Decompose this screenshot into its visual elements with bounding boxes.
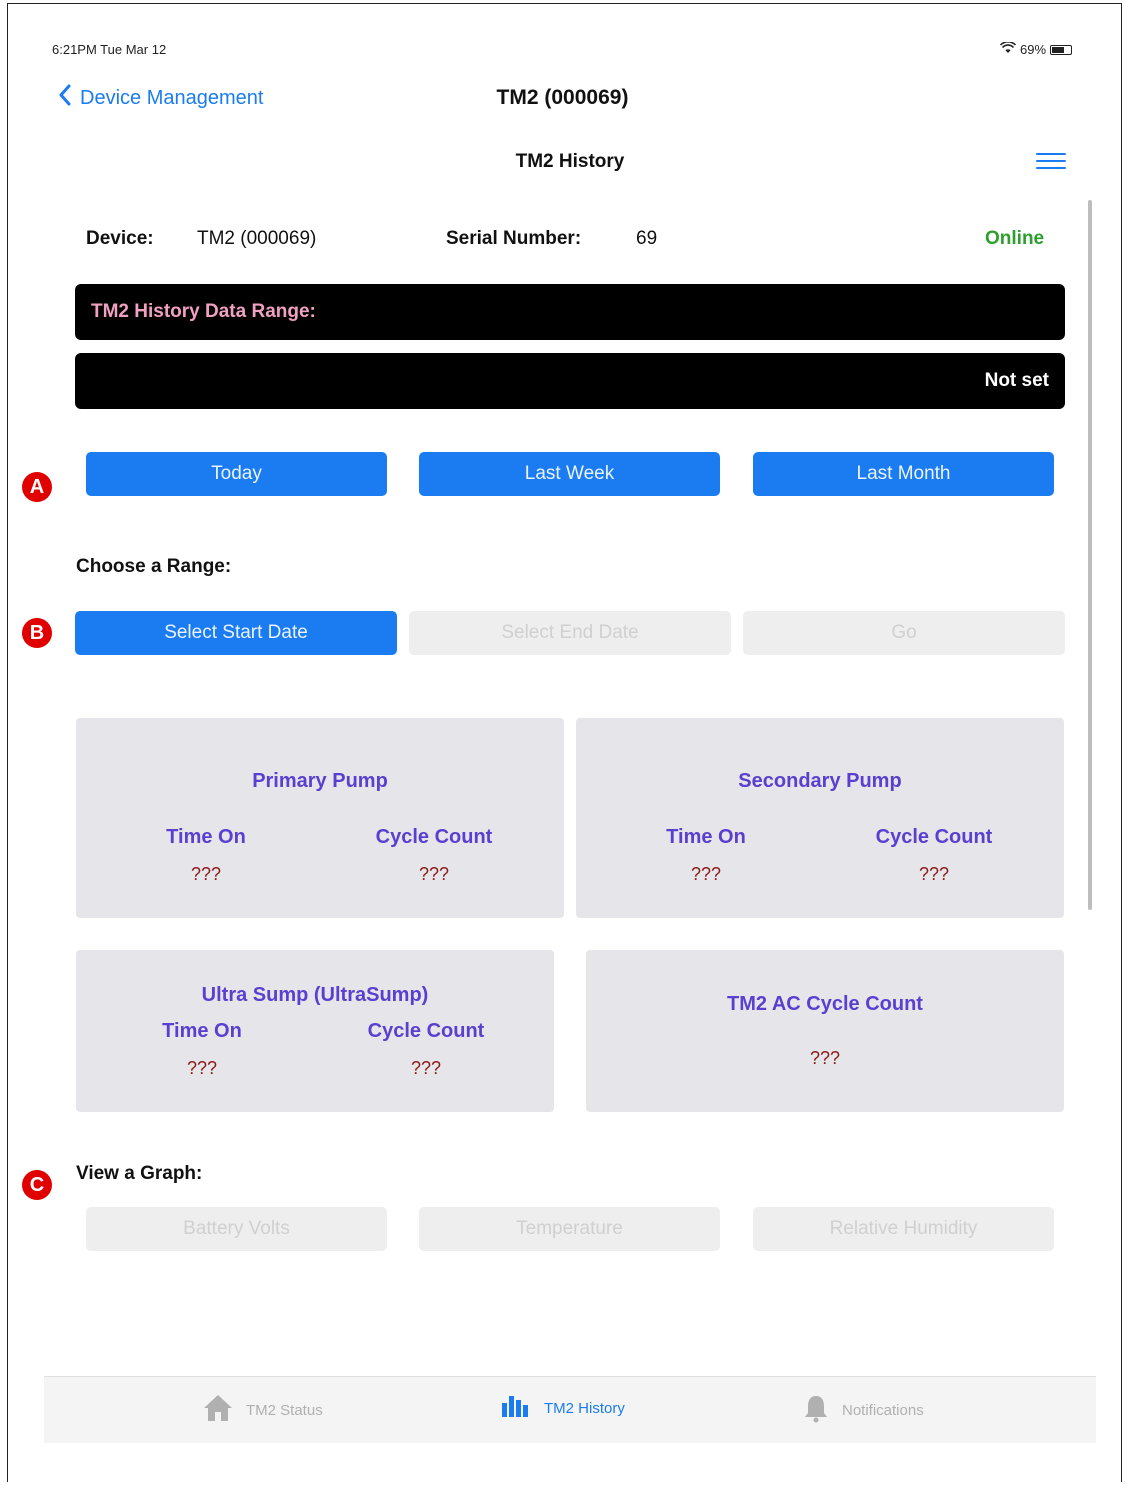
secondary-pump-card: Secondary Pump Time On Cycle Count ??? ?… — [576, 718, 1064, 918]
card-title: Primary Pump — [252, 770, 388, 792]
tab-notifications[interactable]: Notifications — [802, 1393, 924, 1427]
data-range-value-bar: Not set — [75, 353, 1065, 409]
primary-pump-card: Primary Pump Time On Cycle Count ??? ??? — [76, 718, 564, 918]
status-badge: Online — [985, 228, 1045, 249]
page-title: TM2 History — [515, 151, 625, 172]
time-on-label: Time On — [666, 826, 746, 848]
today-button[interactable]: Today — [86, 452, 387, 496]
cycle-count-label: Cycle Count — [367, 1020, 485, 1042]
battery-icon — [1050, 44, 1073, 55]
time-on-value: ??? — [690, 864, 722, 884]
serial-value: 69 — [636, 228, 658, 249]
choose-range-heading: Choose a Range: — [76, 556, 232, 577]
select-end-date-button[interactable]: Select End Date — [409, 611, 731, 655]
last-month-button[interactable]: Last Month — [753, 452, 1054, 496]
tab-tm2-status[interactable]: TM2 Status — [202, 1393, 323, 1427]
ac-cycle-count-card: TM2 AC Cycle Count ??? — [586, 950, 1064, 1112]
data-range-header: TM2 History Data Range: — [75, 284, 1065, 340]
cycle-count-value: ??? — [918, 864, 950, 884]
card-title: Secondary Pump — [738, 770, 902, 792]
time-on-value: ??? — [190, 864, 222, 884]
tab-label: TM2 Status — [246, 1401, 323, 1419]
data-range-label: TM2 History Data Range: — [91, 301, 316, 322]
device-value: TM2 (000069) — [197, 228, 317, 249]
battery-percent: 69% — [1020, 42, 1047, 57]
marker-b: B — [22, 618, 52, 648]
time-on-value: ??? — [186, 1058, 218, 1078]
last-week-button[interactable]: Last Week — [419, 452, 720, 496]
time-on-label: Time On — [166, 826, 246, 848]
relative-humidity-button[interactable]: Relative Humidity — [753, 1207, 1054, 1251]
time-on-label: Time On — [162, 1020, 242, 1042]
marker-c: C — [22, 1170, 52, 1200]
data-range-value: Not set — [984, 370, 1049, 391]
cycle-count-value: ??? — [410, 1058, 442, 1078]
tab-label: Notifications — [842, 1401, 924, 1419]
scrollbar[interactable] — [1088, 200, 1092, 910]
battery-volts-button[interactable]: Battery Volts — [86, 1207, 387, 1251]
ac-cycle-count-value: ??? — [809, 1048, 841, 1068]
card-title: TM2 AC Cycle Count — [727, 993, 923, 1015]
card-title: Ultra Sump (UltraSump) — [201, 984, 429, 1006]
temperature-button[interactable]: Temperature — [419, 1207, 720, 1251]
tab-label: TM2 History — [544, 1399, 625, 1417]
go-button[interactable]: Go — [743, 611, 1065, 655]
cycle-count-label: Cycle Count — [875, 826, 993, 848]
marker-a: A — [22, 472, 52, 502]
tab-tm2-history[interactable]: TM2 History — [500, 1393, 625, 1423]
house-icon — [202, 1393, 234, 1427]
tab-bar: TM2 Status TM2 History Notifications — [44, 1376, 1096, 1443]
bar-chart-icon — [500, 1393, 532, 1423]
select-start-date-button[interactable]: Select Start Date — [75, 611, 397, 655]
status-indicators: 69% — [999, 41, 1073, 57]
status-time: 6:21PM Tue Mar 12 — [52, 42, 167, 57]
bell-icon — [802, 1393, 830, 1427]
ultra-sump-card: Ultra Sump (UltraSump) Time On Cycle Cou… — [76, 950, 554, 1112]
cycle-count-label: Cycle Count — [375, 826, 493, 848]
hamburger-menu-icon[interactable] — [1036, 153, 1066, 171]
wifi-icon — [999, 41, 1017, 57]
device-label: Device: — [86, 228, 154, 249]
serial-label: Serial Number: — [446, 228, 582, 249]
cycle-count-value: ??? — [418, 864, 450, 884]
nav-title: TM2 (000069) — [496, 86, 629, 109]
view-graph-heading: View a Graph: — [76, 1163, 203, 1184]
